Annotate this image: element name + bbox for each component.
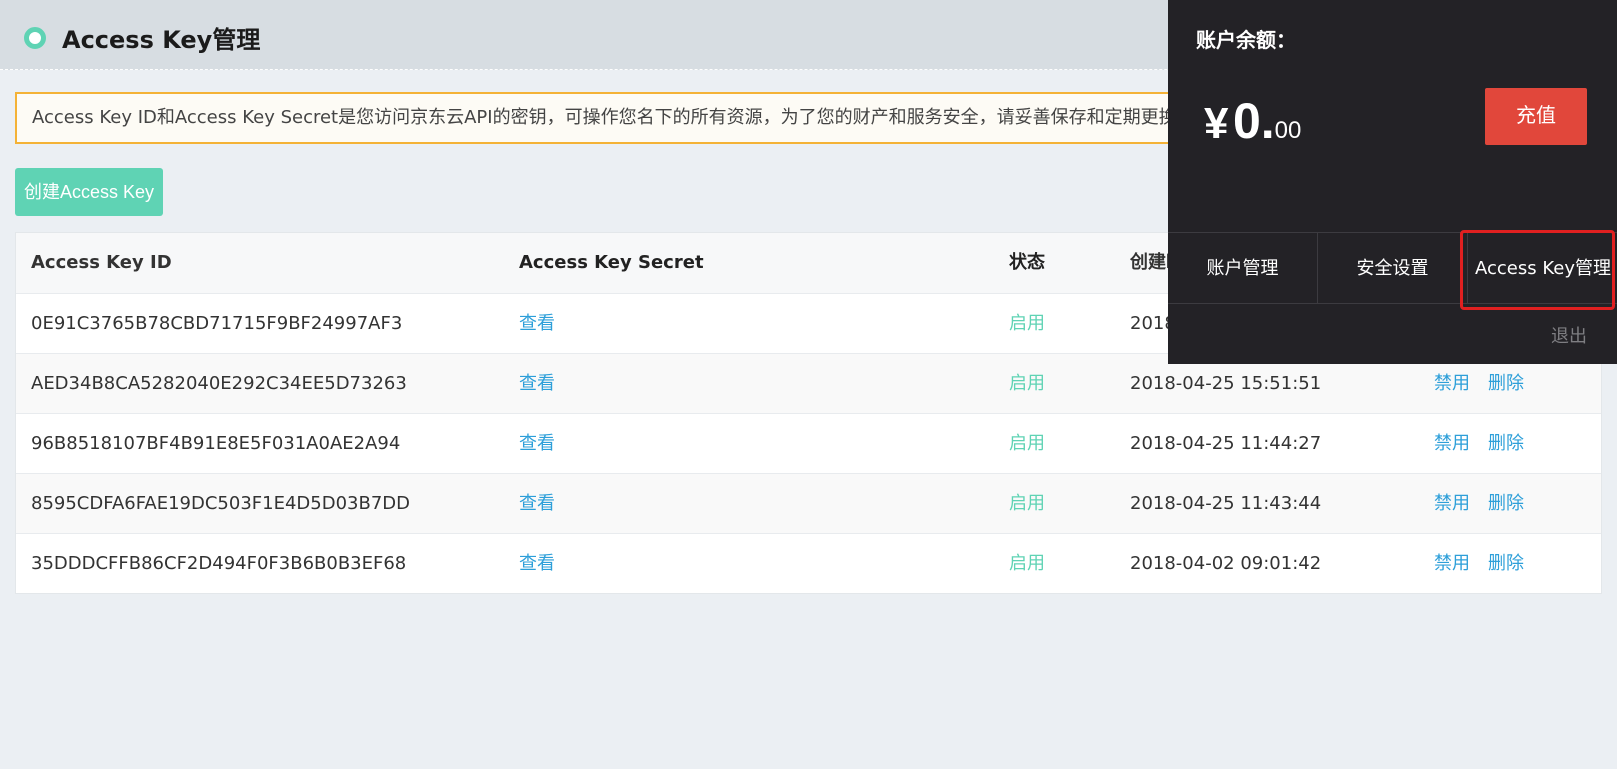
- column-header-status: 状态: [1009, 252, 1045, 273]
- disable-link[interactable]: 禁用: [1434, 373, 1470, 394]
- currency-symbol: ¥: [1204, 99, 1229, 148]
- created-time: 2018-04-25 11:44:27: [1130, 433, 1322, 454]
- create-access-key-button[interactable]: 创建Access Key: [15, 168, 163, 216]
- table-row: 96B8518107BF4B91E8E5F031A0AE2A94 查看 启用 2…: [16, 413, 1601, 473]
- balance-label: 账户余额：: [1196, 28, 1296, 52]
- status-badge: 启用: [1009, 553, 1045, 574]
- view-secret-link[interactable]: 查看: [519, 474, 555, 534]
- view-secret-link[interactable]: 查看: [519, 354, 555, 414]
- row-actions: 禁用 删除: [1434, 414, 1524, 474]
- balance-amount: ¥ 0.00: [1204, 92, 1301, 150]
- column-header-secret: Access Key Secret: [519, 252, 704, 273]
- recharge-button[interactable]: 充值: [1485, 88, 1587, 145]
- balance-decimal: 00: [1274, 117, 1302, 144]
- disable-link[interactable]: 禁用: [1434, 553, 1470, 574]
- delete-link[interactable]: 删除: [1488, 433, 1524, 454]
- access-key-id: 35DDDCFFB86CF2D494F0F3B6B0B3EF68: [31, 553, 407, 574]
- page-title: Access Key管理: [62, 26, 261, 54]
- balance-integer: 0.: [1232, 93, 1275, 149]
- delete-link[interactable]: 删除: [1488, 493, 1524, 514]
- status-badge: 启用: [1009, 493, 1045, 514]
- access-key-id: 8595CDFA6FAE19DC503F1E4D5D03B7DD: [31, 493, 411, 514]
- created-time: 2018-04-02 09:01:42: [1130, 553, 1322, 574]
- access-key-id: AED34B8CA5282040E292C34EE5D73263: [31, 373, 407, 394]
- status-badge: 启用: [1009, 433, 1045, 454]
- delete-link[interactable]: 删除: [1488, 553, 1524, 574]
- access-key-id: 0E91C3765B78CBD71715F9BF24997AF3: [31, 313, 403, 334]
- table-row: 35DDDCFFB86CF2D494F0F3B6B0B3EF68 查看 启用 2…: [16, 533, 1601, 593]
- highlight-box: [1460, 230, 1615, 310]
- disable-link[interactable]: 禁用: [1434, 493, 1470, 514]
- menu-item-account-management[interactable]: 账户管理: [1168, 233, 1318, 304]
- logout-link[interactable]: 退出: [1551, 322, 1587, 348]
- account-dropdown: 账户余额： ¥ 0.00 充值 账户管理 安全设置 Access Key管理 退…: [1168, 0, 1617, 364]
- table-row: 8595CDFA6FAE19DC503F1E4D5D03B7DD 查看 启用 2…: [16, 473, 1601, 533]
- menu-item-security-settings[interactable]: 安全设置: [1318, 233, 1468, 304]
- delete-link[interactable]: 删除: [1488, 373, 1524, 394]
- created-time: 2018-04-25 11:43:44: [1130, 493, 1322, 514]
- view-secret-link[interactable]: 查看: [519, 534, 555, 594]
- status-badge: 启用: [1009, 313, 1045, 334]
- access-key-id: 96B8518107BF4B91E8E5F031A0AE2A94: [31, 433, 401, 454]
- view-secret-link[interactable]: 查看: [519, 414, 555, 474]
- circle-icon: [24, 27, 46, 49]
- view-secret-link[interactable]: 查看: [519, 294, 555, 354]
- row-actions: 禁用 删除: [1434, 534, 1524, 594]
- column-header-id: Access Key ID: [31, 252, 172, 273]
- disable-link[interactable]: 禁用: [1434, 433, 1470, 454]
- row-actions: 禁用 删除: [1434, 474, 1524, 534]
- status-badge: 启用: [1009, 373, 1045, 394]
